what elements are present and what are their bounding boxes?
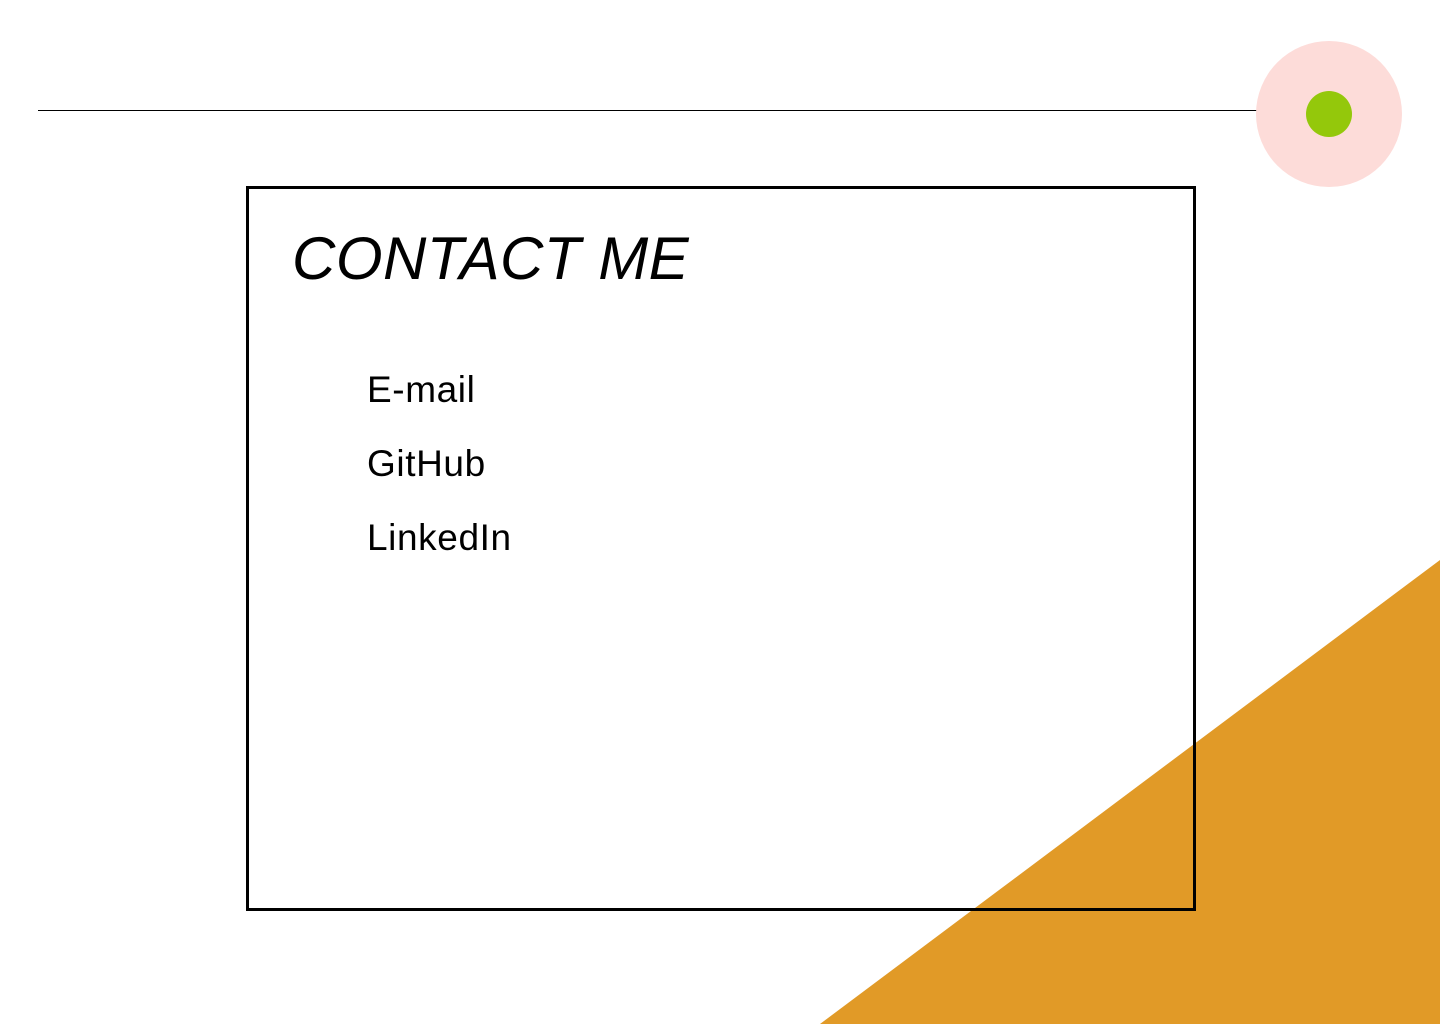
menu-button[interactable] <box>1256 41 1402 187</box>
page-title: CONTACT ME <box>292 225 690 292</box>
header-divider <box>38 110 1268 111</box>
contact-card: CONTACT ME E-mail GitHub LinkedIn <box>246 186 1196 911</box>
list-item: LinkedIn <box>367 515 512 561</box>
contact-page: CONTACT ME E-mail GitHub LinkedIn <box>0 0 1440 1024</box>
linkedin-link[interactable]: LinkedIn <box>367 517 512 558</box>
list-item: E-mail <box>367 367 512 413</box>
github-link[interactable]: GitHub <box>367 443 486 484</box>
contact-links-list: E-mail GitHub LinkedIn <box>367 367 512 589</box>
list-item: GitHub <box>367 441 512 487</box>
menu-dot-icon <box>1306 91 1352 137</box>
email-link[interactable]: E-mail <box>367 369 475 410</box>
